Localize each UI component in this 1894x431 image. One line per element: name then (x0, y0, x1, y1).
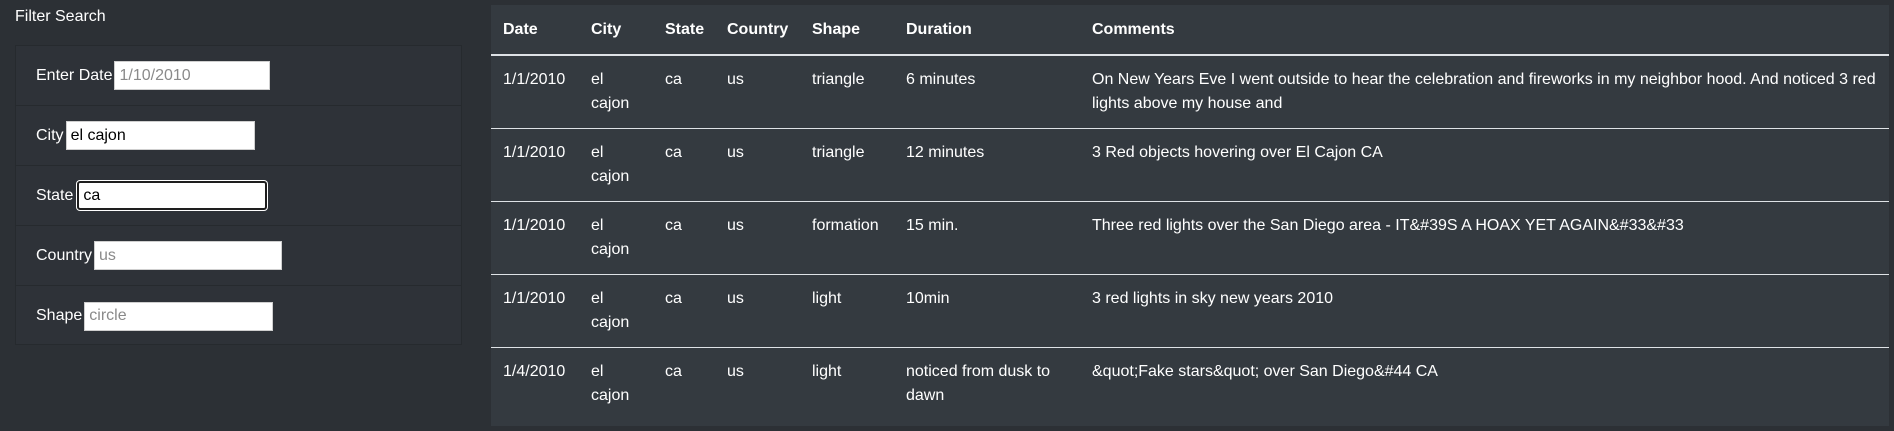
shape-label: Shape (36, 307, 83, 324)
header-shape[interactable]: Shape (800, 5, 894, 56)
city-label: City (36, 126, 64, 144)
shape-input[interactable] (84, 301, 274, 331)
cell-city: el cajon (579, 128, 653, 202)
cell-state: ca (653, 128, 715, 202)
state-label: State (36, 186, 74, 204)
cell-city: el cajon (579, 55, 653, 129)
cell-state: ca (653, 55, 715, 129)
page: Filter Search Enter Date City State Coun… (0, 0, 1894, 431)
cell-state: ca (653, 274, 715, 348)
table-row: 1/1/2010 el cajon ca us triangle 12 minu… (491, 128, 1889, 202)
cell-date: 1/1/2010 (491, 274, 579, 348)
cell-city: el cajon (591, 362, 630, 404)
filter-item-country: Country (16, 226, 461, 286)
cell-comments: &quot;Fake stars&quot; over San Diego&#4… (1092, 362, 1438, 380)
results-table: Date City State Country Shape Duration C… (491, 5, 1889, 420)
filter-item-shape: Shape (16, 286, 461, 346)
cell-duration: 10min (894, 274, 1080, 348)
cell-country: us (715, 274, 800, 348)
cell-duration: 12 minutes (894, 128, 1080, 202)
cell-duration: noticed from dusk to dawn (906, 362, 1051, 404)
cell-comments: 3 red lights in sky new years 2010 (1080, 274, 1889, 348)
filter-title: Filter Search (15, 8, 106, 25)
cell-date: 1/1/2010 (491, 55, 579, 129)
cell-city: el cajon (579, 274, 653, 348)
cell-comments: On New Years Eve I went outside to hear … (1080, 55, 1889, 129)
date-label: Enter Date (36, 66, 113, 84)
cell-city: el cajon (579, 201, 653, 275)
country-label: Country (36, 246, 93, 264)
filter-list: Enter Date City State Country Shape (15, 45, 462, 345)
cell-country: us (715, 201, 800, 275)
cell-duration: 6 minutes (894, 55, 1080, 129)
cell-state: ca (665, 362, 682, 380)
header-city[interactable]: City (579, 5, 653, 56)
cell-shape: light (800, 274, 894, 348)
cell-shape: triangle (800, 128, 894, 202)
results-table-container: Date City State Country Shape Duration C… (491, 5, 1889, 426)
country-input[interactable] (94, 241, 283, 270)
cell-duration: 15 min. (894, 201, 1080, 275)
header-duration[interactable]: Duration (894, 5, 1080, 56)
filter-panel: Filter Search Enter Date City State Coun… (0, 0, 475, 431)
table-row: 1/1/2010 el cajon ca us triangle 6 minut… (491, 55, 1889, 129)
header-date[interactable]: Date (491, 5, 579, 56)
filter-item-city: City (16, 106, 461, 166)
cell-shape: formation (800, 201, 894, 275)
cell-date: 1/1/2010 (491, 128, 579, 202)
cell-country: us (715, 55, 800, 129)
table-row: 1/4/2010 el cajon ca us light noticed fr… (491, 347, 1889, 420)
state-input[interactable] (77, 181, 268, 210)
cell-shape: triangle (800, 55, 894, 129)
cell-date: 1/1/2010 (491, 201, 579, 275)
date-input[interactable] (114, 61, 271, 90)
filter-item-state: State (16, 166, 461, 226)
header-state[interactable]: State (653, 5, 715, 56)
filter-item-date: Enter Date (16, 46, 461, 106)
cell-country: us (727, 362, 744, 380)
city-input[interactable] (65, 121, 255, 150)
table-header-row: Date City State Country Shape Duration C… (491, 5, 1889, 56)
table-row: 1/1/2010 el cajon ca us light 10min 3 re… (491, 274, 1889, 348)
cell-country: us (715, 128, 800, 202)
cell-shape: light (812, 362, 842, 380)
header-country[interactable]: Country (715, 5, 800, 56)
header-comments[interactable]: Comments (1080, 5, 1889, 56)
cell-state: ca (653, 201, 715, 275)
cell-date: 1/4/2010 (503, 362, 566, 380)
table-row: 1/1/2010 el cajon ca us formation 15 min… (491, 201, 1889, 275)
cell-comments: Three red lights over the San Diego area… (1080, 201, 1889, 275)
cell-comments: 3 Red objects hovering over El Cajon CA (1080, 128, 1889, 202)
